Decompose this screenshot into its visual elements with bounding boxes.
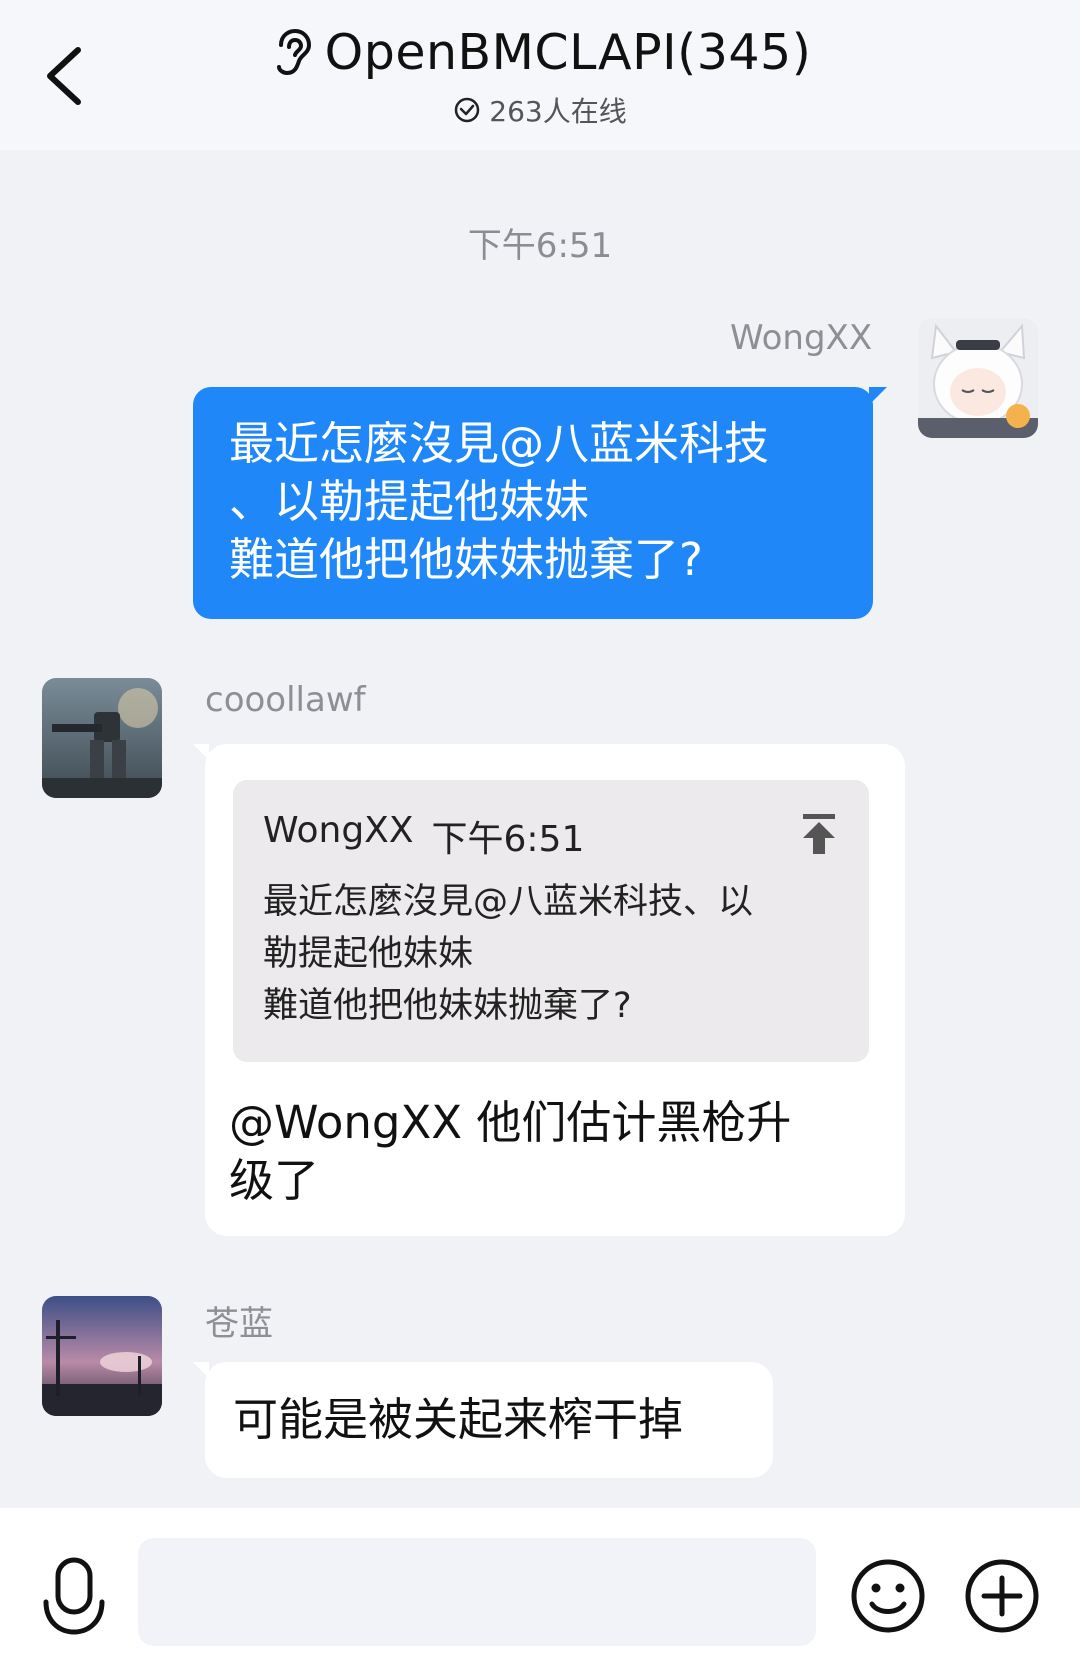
message-timestamp: 下午6:51 bbox=[467, 226, 613, 266]
online-status-row: 263人在线 bbox=[0, 90, 1080, 130]
message-bubble-self[interactable]: 最近怎麼沒見@八蓝米科技 、以勒提起他妹妹 難道他把他妹妹抛棄了? bbox=[193, 387, 887, 619]
avatar[interactable] bbox=[42, 1296, 162, 1416]
message-input[interactable] bbox=[138, 1538, 816, 1646]
quoted-message[interactable]: WongXX 下午6:51 最近怎麼沒見@八蓝米科技、以 勒提起他妹妹 難道他把… bbox=[233, 780, 869, 1062]
message-line: 、以勒提起他妹妹 bbox=[229, 475, 590, 528]
message-bubble-other[interactable]: WongXX 下午6:51 最近怎麼沒見@八蓝米科技、以 勒提起他妹妹 難道他把… bbox=[193, 744, 905, 1236]
message-line: 難道他把他妹妹抛棄了? bbox=[229, 533, 703, 586]
chat-header: OpenBMCLAPI(345) 263人在线 bbox=[0, 0, 1080, 150]
quote-line: 難道他把他妹妹抛棄了? bbox=[263, 986, 632, 1026]
message-composer bbox=[0, 1508, 1080, 1676]
avatar[interactable] bbox=[918, 318, 1038, 438]
title-row[interactable]: OpenBMCLAPI(345) bbox=[0, 24, 1080, 81]
sender-name: WongXX bbox=[730, 318, 873, 358]
avatar[interactable] bbox=[42, 678, 162, 798]
quote-author: WongXX bbox=[263, 810, 414, 851]
message-line: 最近怎麼沒見@八蓝米科技 bbox=[229, 417, 770, 470]
group-title: OpenBMCLAPI(345) bbox=[324, 24, 812, 81]
message-line: @WongXX 他们估计黑枪升 bbox=[229, 1096, 792, 1149]
online-count: 263人在线 bbox=[489, 95, 627, 128]
jump-to-message-icon[interactable] bbox=[797, 810, 841, 856]
plus-circle-icon bbox=[965, 1559, 1039, 1633]
quote-line: 勒提起他妹妹 bbox=[263, 934, 474, 974]
message-line: 级了 bbox=[229, 1154, 320, 1207]
check-circle-icon bbox=[455, 97, 480, 123]
microphone-icon bbox=[43, 1557, 105, 1635]
quote-line: 最近怎麼沒見@八蓝米科技、以 bbox=[263, 882, 754, 922]
more-options-button[interactable] bbox=[962, 1556, 1042, 1636]
message-line: 可能是被关起来榨干掉 bbox=[233, 1393, 684, 1446]
voice-button[interactable] bbox=[38, 1556, 110, 1640]
sender-name: cooollawf bbox=[205, 680, 366, 720]
emoji-icon bbox=[851, 1559, 925, 1633]
emoji-button[interactable] bbox=[848, 1556, 928, 1636]
message-bubble-other[interactable]: 可能是被关起来榨干掉 bbox=[193, 1362, 773, 1478]
quote-time: 下午6:51 bbox=[431, 819, 585, 860]
sender-name: 苍蓝 bbox=[205, 1304, 273, 1344]
ear-icon bbox=[276, 28, 311, 75]
